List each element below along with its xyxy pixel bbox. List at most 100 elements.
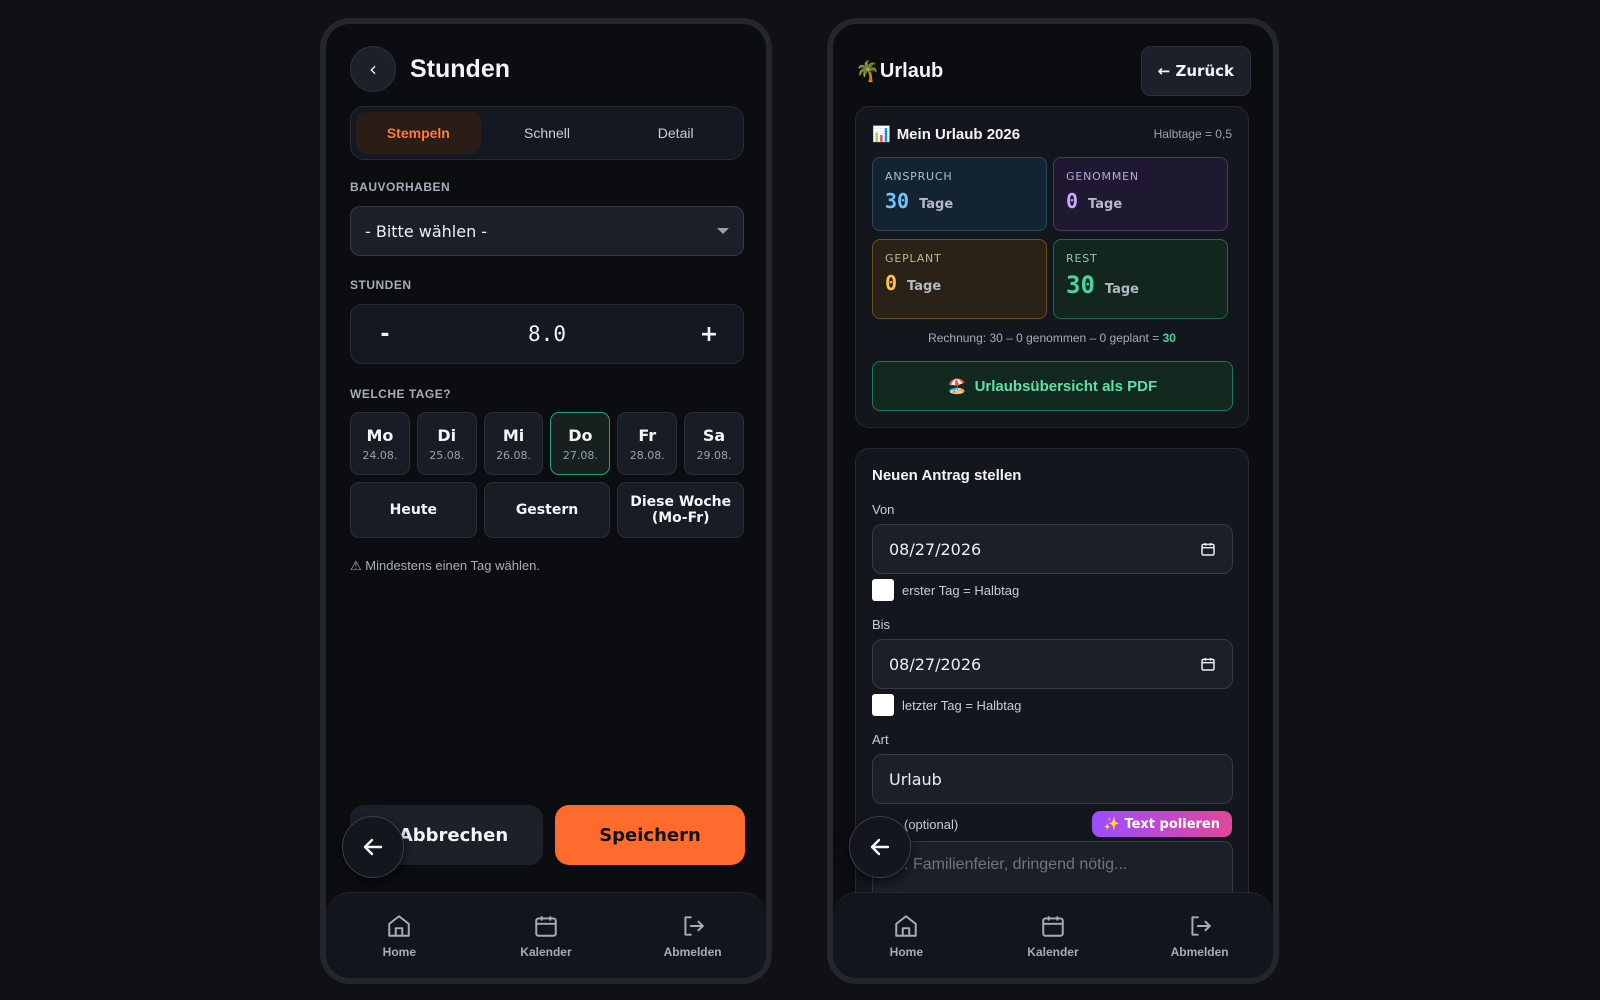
day-date: 29.08. [696, 448, 732, 462]
tab-schnell[interactable]: Schnell [485, 112, 610, 154]
stat-label: REST [1066, 252, 1098, 265]
stat-label: ANSPRUCH [885, 170, 953, 183]
stat-value: 30 Tage [1066, 271, 1215, 299]
reason-label: (optional) [904, 817, 959, 832]
stat-number: 30 [885, 189, 910, 213]
floating-back-button[interactable] [849, 816, 911, 878]
project-label: BAUVORHABEN [350, 180, 451, 194]
nav-kalender-label: Kalender [520, 944, 572, 959]
yesterday-button[interactable]: Gestern [483, 482, 611, 538]
logout-icon [1191, 915, 1211, 936]
calendar-icon[interactable] [1200, 541, 1216, 557]
stat-rest: REST 30 Tage [1053, 239, 1228, 319]
day-mi[interactable]: Mi 26.08. [483, 412, 544, 475]
pdf-export-button[interactable]: 🏖️ Urlaubsübersicht als PDF [872, 361, 1233, 411]
home-icon [388, 914, 411, 937]
validation-warning: ⚠ Mindestens einen Tag wählen. [350, 558, 540, 573]
request-title: Neuen Antrag stellen [872, 467, 1022, 484]
day-sa[interactable]: Sa 29.08. [684, 412, 744, 475]
caret-down-icon [717, 228, 729, 234]
floating-back-button[interactable] [342, 816, 404, 878]
day-mo[interactable]: Mo 24.08. [350, 412, 410, 475]
calendar-icon[interactable] [1200, 656, 1216, 672]
from-date-value: 08/27/2026 [889, 539, 982, 559]
save-button[interactable]: Speichern [555, 805, 745, 865]
nav-home[interactable]: Home [344, 913, 454, 959]
stat-unit: Tage [1088, 197, 1123, 212]
bottom-nav: Home Kalender Abmelden [326, 892, 766, 978]
stat-unit: Tage [919, 197, 954, 212]
stat-number: 30 [1066, 271, 1095, 299]
nav-abmelden[interactable]: Abmelden [638, 913, 748, 959]
from-label: Von [872, 502, 895, 517]
quick-select: Heute Gestern Diese Woche (Mo-Fr) [350, 482, 745, 538]
today-button[interactable]: Heute [350, 482, 477, 538]
stat-label: GEPLANT [885, 252, 942, 265]
stat-unit: Tage [907, 279, 942, 294]
summary-title-text: Mein Urlaub 2026 [896, 125, 1021, 143]
beach-icon: 🏖️ [947, 378, 967, 395]
chart-icon: 📊 [872, 126, 891, 143]
type-label: Art [872, 732, 889, 747]
day-date: 28.08. [629, 448, 665, 462]
back-button[interactable]: ‹ [350, 46, 396, 92]
tab-stempeln[interactable]: Stempeln [356, 112, 481, 154]
pdf-export-label: Urlaubsübersicht als PDF [974, 377, 1158, 395]
day-name: Do [568, 425, 593, 445]
nav-abmelden-label: Abmelden [1170, 944, 1229, 959]
day-do[interactable]: Do 27.08. [550, 412, 611, 475]
calculation-text: Rechnung: 30 – 0 genommen – 0 geplant = … [856, 331, 1248, 345]
nav-kalender[interactable]: Kalender [491, 913, 601, 959]
checkbox-box[interactable] [872, 579, 894, 601]
calculation-result: 30 [1162, 331, 1176, 345]
day-fr[interactable]: Fr 28.08. [617, 412, 678, 475]
calendar-icon [535, 915, 557, 937]
nav-home[interactable]: Home [851, 913, 961, 959]
polish-text-button[interactable]: ✨ Text polieren [1091, 811, 1232, 837]
to-date-input[interactable]: 08/27/2026 [872, 639, 1233, 689]
stat-value: 0 Tage [1066, 189, 1215, 213]
stat-anspruch: ANSPRUCH 30 Tage [872, 157, 1047, 231]
nav-abmelden[interactable]: Abmelden [1145, 913, 1255, 959]
this-week-button[interactable]: Diese Woche (Mo-Fr) [617, 482, 745, 538]
last-halfday-checkbox[interactable]: letzter Tag = Halbtag [872, 694, 1021, 716]
day-date: 24.08. [362, 448, 398, 462]
to-label: Bis [872, 617, 891, 632]
hours-increment-button[interactable]: + [697, 322, 721, 347]
calculation-formula: Rechnung: 30 – 0 genommen – 0 geplant = [928, 331, 1160, 345]
nav-home-label: Home [382, 944, 416, 959]
calendar-icon [1042, 915, 1064, 937]
day-name: Sa [702, 425, 726, 445]
from-date-input[interactable]: 08/27/2026 [872, 524, 1233, 574]
logout-icon [684, 915, 704, 936]
type-input[interactable]: Urlaub [872, 754, 1233, 804]
day-name: Di [437, 425, 457, 445]
first-halfday-checkbox[interactable]: erster Tag = Halbtag [872, 579, 1019, 601]
home-icon [895, 914, 918, 937]
hours-value: 8.0 [528, 322, 566, 346]
day-di[interactable]: Di 25.08. [416, 412, 477, 475]
hours-stepper: - 8.0 + [350, 304, 744, 364]
stat-number: 0 [885, 271, 898, 295]
stat-genommen: GENOMMEN 0 Tage [1053, 157, 1228, 231]
stat-unit: Tage [1104, 282, 1139, 297]
page-title: 🌴 Urlaub [855, 59, 943, 84]
stat-label: GENOMMEN [1066, 170, 1139, 183]
palm-tree-icon: 🌴 [855, 60, 880, 83]
stat-number: 0 [1066, 189, 1079, 213]
arrow-left-icon [870, 838, 890, 856]
to-date-value: 08/27/2026 [889, 654, 982, 674]
type-value: Urlaub [889, 769, 942, 789]
hours-decrement-button[interactable]: - [373, 322, 397, 347]
chevron-left-icon: ‹ [369, 57, 377, 81]
urlaub-screen: 🌴 Urlaub ← Zurück 📊 Mein Urlaub 2026 Hal… [827, 18, 1279, 984]
nav-kalender[interactable]: Kalender [998, 913, 1108, 959]
days-label: WELCHE TAGE? [350, 387, 452, 401]
day-picker: Mo 24.08. Di 25.08. Mi 26.08. Do 27.08. … [350, 412, 744, 475]
first-halfday-label: erster Tag = Halbtag [902, 582, 1020, 598]
project-select[interactable]: - Bitte wählen - [350, 206, 744, 256]
checkbox-box[interactable] [872, 694, 894, 716]
page-title: Stunden [410, 54, 510, 83]
tab-detail[interactable]: Detail [613, 112, 738, 154]
back-button[interactable]: ← Zurück [1140, 46, 1251, 96]
